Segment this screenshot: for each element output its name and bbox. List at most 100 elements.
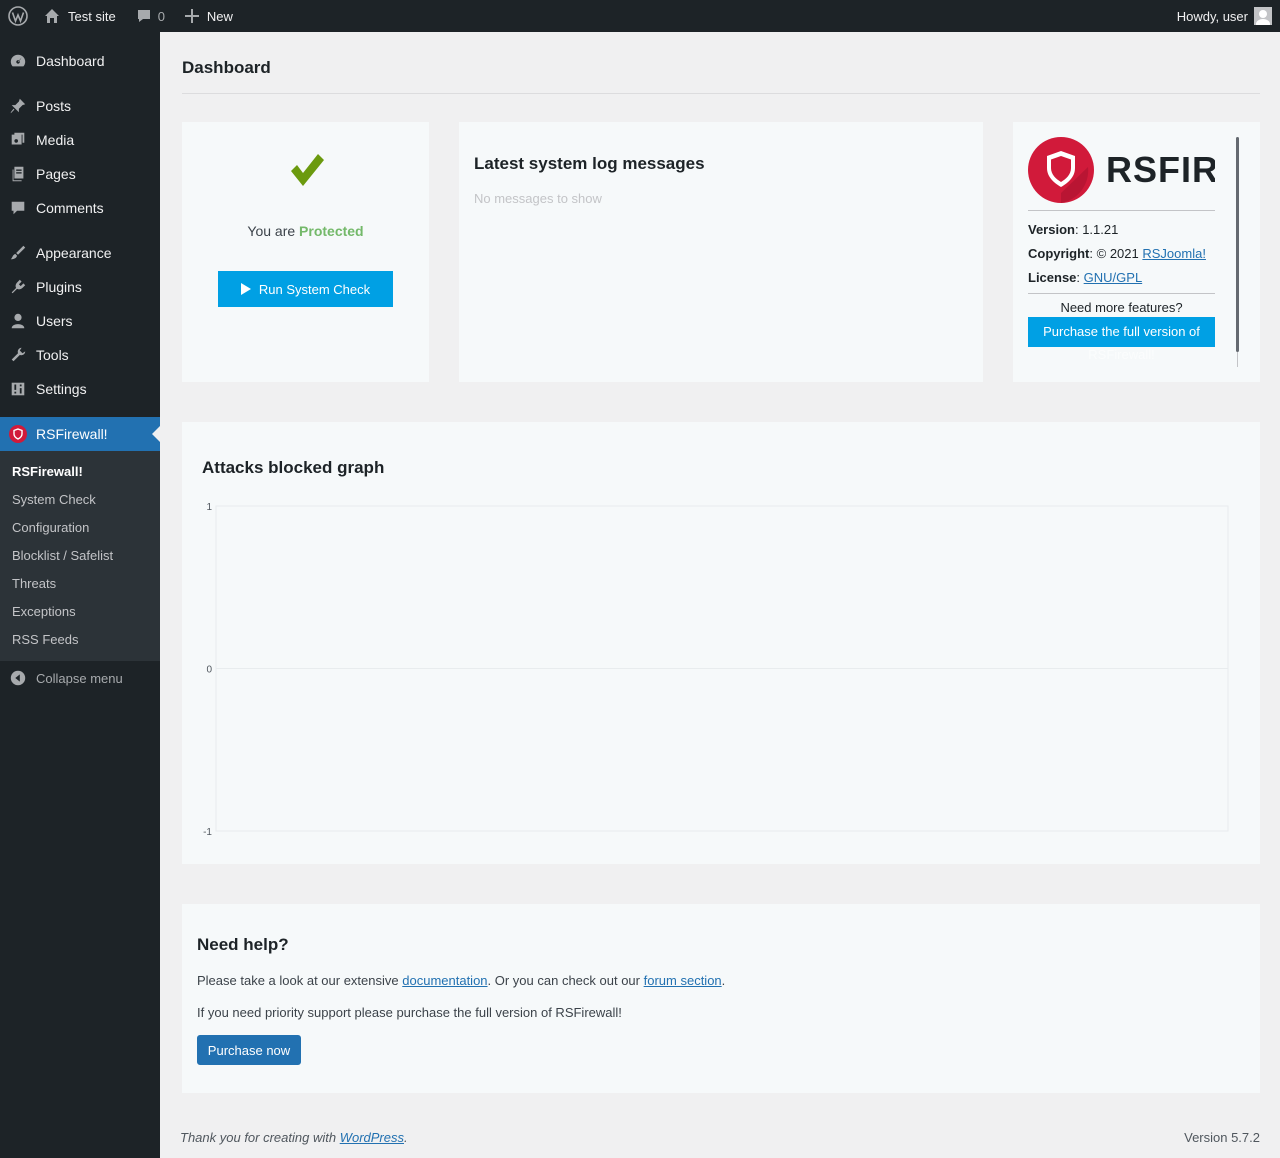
comments-link[interactable]: 0 — [124, 0, 173, 32]
product-info-card: RSFIREWALL! Version: 1.1.21 Copyright: ©… — [1013, 122, 1260, 382]
copyright-line: Copyright: © 2021 RSJoomla! — [1028, 246, 1206, 261]
forum-section-link[interactable]: forum section — [644, 973, 722, 988]
chart-y-tick-label: 0 — [206, 665, 212, 676]
footer-version: Version 5.7.2 — [1184, 1130, 1260, 1145]
comment-bubble-icon — [137, 10, 150, 22]
documentation-link[interactable]: documentation — [402, 973, 487, 988]
submenu-item-rss-feeds[interactable]: RSS Feeds — [12, 632, 78, 647]
need-more-features-text: Need more features? — [1060, 300, 1183, 315]
protection-status-card: You are Protected Run System Check — [182, 122, 429, 382]
dashboard-icon — [0, 52, 36, 70]
submenu-item-blocklist-safelist[interactable]: Blocklist / Safelist — [12, 548, 113, 563]
sidebar-item-dashboard[interactable]: Dashboard — [0, 44, 160, 78]
page-title: Dashboard — [182, 58, 271, 77]
sidebar-item-label: Comments — [36, 200, 104, 216]
checkmark-icon — [291, 154, 324, 186]
log-empty-message: No messages to show — [474, 191, 602, 206]
sidebar-item-pages[interactable]: Pages — [0, 157, 160, 191]
attacks-graph-card: Attacks blocked graph 1 0 -1 — [182, 422, 1260, 864]
plugin-icon — [0, 278, 36, 296]
sidebar-item-appearance[interactable]: Appearance — [0, 236, 160, 270]
help-title: Need help? — [197, 935, 289, 954]
sidebar-item-label: Dashboard — [36, 53, 105, 69]
attacks-blocked-chart: 1 0 -1 — [203, 502, 1229, 838]
submenu-item-rsfirewall[interactable]: RSFirewall! — [12, 464, 83, 479]
sidebar-item-plugins[interactable]: Plugins — [0, 270, 160, 304]
account-menu[interactable]: Howdy, user — [1169, 0, 1280, 32]
sidebar-item-label: RSFirewall! — [36, 426, 108, 442]
chart-y-tick-label: 1 — [206, 502, 212, 513]
logo-text: RSFIREWALL! — [1106, 149, 1215, 190]
sidebar-item-label: Users — [36, 313, 73, 329]
protection-status-text: You are Protected — [182, 223, 429, 239]
collapse-label: Collapse menu — [36, 670, 123, 686]
submenu-item-exceptions[interactable]: Exceptions — [12, 604, 76, 619]
admin-bar: Test site 0 New Howdy, user — [0, 0, 1280, 32]
rsfirewall-logo-shield-icon — [1028, 137, 1094, 203]
plus-icon — [184, 9, 199, 23]
info-scrollbar-thumb[interactable] — [1236, 137, 1239, 352]
submenu-item-threats[interactable]: Threats — [12, 576, 56, 591]
rsfirewall-logo: RSFIREWALL! — [1028, 137, 1215, 203]
collapse-menu-button[interactable]: Collapse menu — [0, 666, 160, 690]
purchase-now-button[interactable]: Purchase now — [197, 1035, 301, 1065]
wordpress-link[interactable]: WordPress — [340, 1130, 404, 1145]
sidebar-item-comments[interactable]: Comments — [0, 191, 160, 225]
license-line: License: GNU/GPL — [1028, 270, 1143, 285]
site-name-link[interactable]: Test site — [36, 0, 124, 32]
version-line: Version: 1.1.21 — [1028, 222, 1119, 237]
submenu-item-system-check[interactable]: System Check — [12, 492, 96, 507]
sidebar-item-label: Pages — [36, 166, 76, 182]
help-text-2: If you need priority support please purc… — [197, 1005, 622, 1020]
paintbrush-icon — [0, 244, 36, 262]
sidebar-item-label: Appearance — [36, 245, 112, 261]
sidebar-item-rsfirewall[interactable]: RSFirewall! — [0, 417, 160, 451]
new-content-link[interactable]: New — [173, 0, 241, 32]
run-system-check-button[interactable]: Run System Check — [218, 271, 393, 307]
log-title: Latest system log messages — [474, 154, 705, 173]
sidebar-item-settings[interactable]: Settings — [0, 372, 160, 406]
run-system-check-label: Run System Check — [258, 281, 371, 297]
site-name: Test site — [68, 8, 116, 24]
settings-icon — [0, 380, 36, 398]
wrench-icon — [0, 346, 36, 364]
help-text-1: Please take a look at our extensive docu… — [197, 973, 726, 988]
footer-thanks: Thank you for creating with WordPress. — [180, 1130, 408, 1145]
chart-y-tick-label: -1 — [203, 827, 212, 838]
sidebar-item-users[interactable]: Users — [0, 304, 160, 338]
system-log-card: Latest system log messages No messages t… — [459, 122, 983, 382]
home-icon — [45, 9, 59, 23]
sidebar-item-label: Posts — [36, 98, 72, 114]
collapse-arrow-icon — [0, 669, 36, 687]
avatar — [1254, 7, 1272, 25]
media-icon — [0, 131, 36, 149]
wordpress-logo-icon[interactable] — [0, 0, 36, 32]
info-divider — [1028, 293, 1215, 294]
sidebar-item-label: Tools — [36, 347, 69, 363]
status-badge: Protected — [299, 223, 364, 239]
rsfirewall-shield-icon — [0, 424, 36, 444]
sidebar-item-tools[interactable]: Tools — [0, 338, 160, 372]
sidebar-item-label: Plugins — [36, 279, 82, 295]
sidebar-item-label: Settings — [36, 381, 87, 397]
comments-icon — [0, 199, 36, 217]
rsfirewall-submenu: RSFirewall! System Check Configuration B… — [0, 451, 160, 661]
sidebar-item-media[interactable]: Media — [0, 123, 160, 157]
pages-icon — [0, 165, 36, 183]
sidebar-item-posts[interactable]: Posts — [0, 89, 160, 123]
title-divider — [182, 93, 1260, 94]
status-prefix: You are — [247, 223, 296, 239]
play-icon — [240, 283, 251, 295]
purchase-full-version-button[interactable]: Purchase the full version of RSFirewall! — [1028, 317, 1215, 362]
admin-sidebar: Dashboard Posts Media Pages Comments App… — [0, 32, 160, 1158]
submenu-item-configuration[interactable]: Configuration — [12, 520, 89, 535]
greeting: Howdy, user — [1176, 8, 1248, 24]
help-card: Need help? Please take a look at our ext… — [182, 904, 1260, 1093]
sidebar-item-label: Media — [36, 132, 75, 148]
license-link[interactable]: GNU/GPL — [1084, 270, 1143, 285]
rsjoomla-link[interactable]: RSJoomla! — [1142, 246, 1206, 261]
comments-count: 0 — [157, 8, 165, 24]
users-icon — [0, 312, 36, 330]
info-divider — [1028, 210, 1215, 211]
version-value: 1.1.21 — [1082, 222, 1119, 237]
